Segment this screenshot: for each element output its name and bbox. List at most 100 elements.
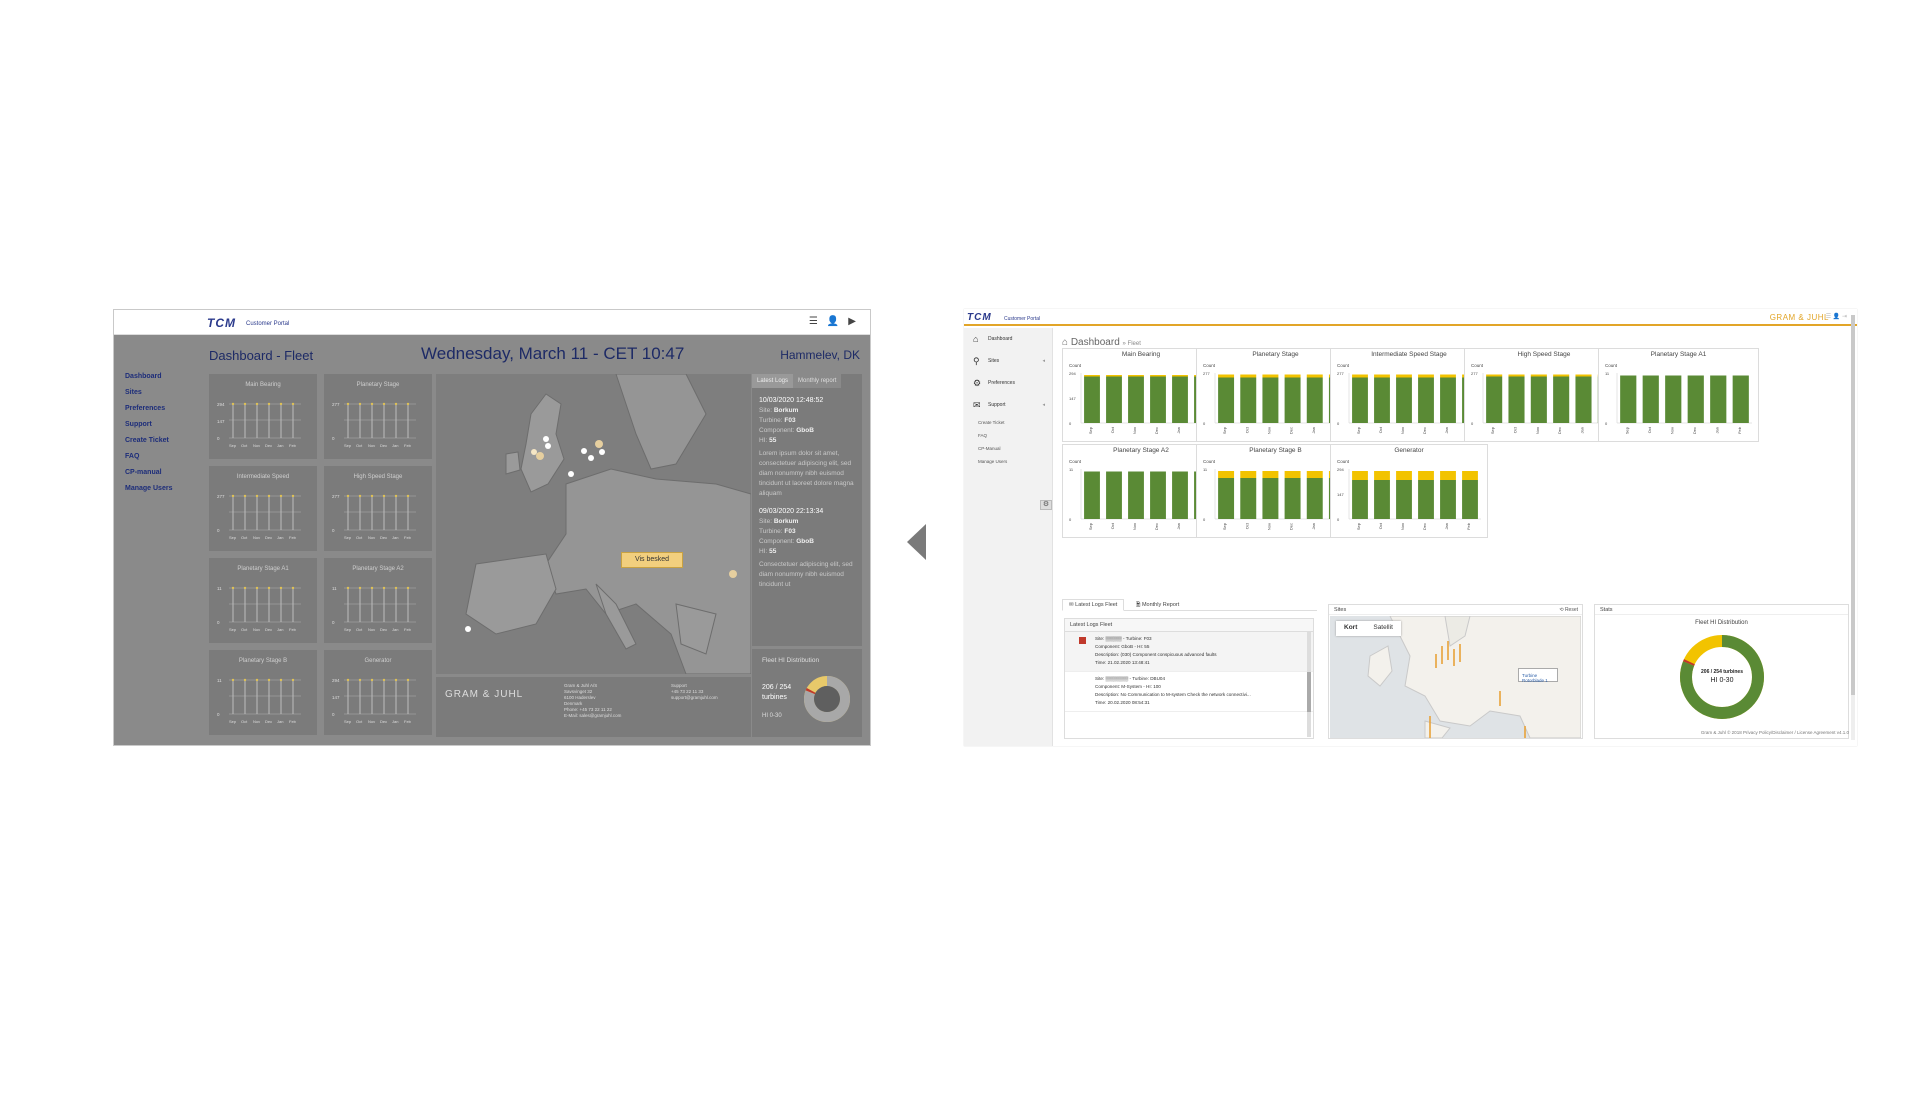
month-label: Feb [404,535,412,540]
log-field-label: HI: [759,548,770,555]
log-field-label: Component: [759,538,797,545]
log-entry[interactable]: 10/03/2020 12:48:52 Site: Borkum Turbine: … [759,396,855,499]
mockup-chart-svg: 11 0 Sep Oct Nov Dec Jan Feb [217,678,301,724]
chart-title: Planetary Stage [356,382,400,388]
log-entry[interactable]: Site: ▒▒▒▒▒ - Turbine: F03 Component: Gbo… [1065,632,1313,672]
nav-item-preferences[interactable]: Preferences [125,401,172,417]
mockup-sidebar: Dashboard Sites Preferences Support Create T… [114,335,191,745]
nav-item-create-ticket[interactable]: Create Ticket [125,433,172,449]
nav-item-manage-users[interactable]: Manage Users [125,481,172,497]
y-tick-label: 11 [1605,371,1610,376]
latest-logs-panel: Latest Logs Fleet Site: ▒▒▒▒▒ - Turbine:… [1064,618,1314,739]
tab-monthly-report[interactable]: Monthly report [793,374,842,388]
subnav-item-manage-users[interactable]: Manage Users [964,455,1053,468]
fleet-map[interactable]: Vis besked [436,374,751,674]
mockup-chart-planetary-stage-a2[interactable]: Planetary Stage A2 11 0 Sep Oct Nov Dec Jan Feb [324,558,432,643]
sidebar-item-label: Dashboard [988,336,1013,342]
y-tick-label: 147 [217,419,225,424]
log-field: HI: 55 [759,547,855,557]
subnav-item-faq[interactable]: FAQ [964,429,1053,442]
bar-green [1240,377,1257,423]
bar-yellow [1306,471,1323,478]
mockup-chart-svg: 11 0 Sep Oct Nov Dec Jan Feb [217,586,301,632]
mockup-chart-intermediate-speed[interactable]: Intermediate Speed 277 0 Sep Oct Nov Dec Jan Feb [209,466,317,551]
log-field: Component: GboB [759,537,855,547]
mockup-chart-high-speed-stage[interactable]: High Speed Stage 277 0 Sep Oct Nov Dec Jan Feb [324,466,432,551]
mockup-chart-generator[interactable]: Generator 294 147 0 Sep Oct Nov Dec Jan Feb [324,650,432,735]
log-field-value: 55 [769,437,777,444]
mockup-chart-svg: 277 0 Sep Oct Nov Dec Jan Feb [332,494,416,540]
bar-green [1172,471,1188,519]
y-tick-label: 11 [1203,467,1208,472]
sites-map[interactable]: Kort Satellit Turbine Rotorblade 1 [1330,616,1581,738]
log-entry[interactable]: Site: ▒▒▒▒▒▒▒ - Turbine: DBU04 Component:… [1065,672,1313,712]
log-field-label: Site: [759,407,774,414]
chart-planetary-stage-a1[interactable]: Planetary Stage A1 Count 11 0 Sep Oct Nov Dec Ja… [1598,348,1759,442]
month-label: Dec [1422,427,1427,434]
chart-title: Planetary Stage A1 [1650,351,1707,358]
portal-header: TCM Customer Portal GRAM & JUHL ☰ 👤 ⇥ [964,309,1857,326]
logs-scrollbar[interactable] [1307,632,1311,737]
logout-icon[interactable]: ▶ [848,316,856,327]
mockup-footer: GRAM & JUHL Gram & Juhl A/S Savsvinget 32… [436,677,751,737]
nav-item-sites[interactable]: Sites [125,385,172,401]
sidebar-item-preferences[interactable]: ⚙ Preferences [964,372,1053,394]
reset-button[interactable]: ⟲ Reset [1559,607,1578,613]
y-tick-label: 294 [332,678,340,683]
month-label: Jan [1580,427,1585,433]
chart-generator[interactable]: Generator Count 294 147 0 Sep Oct Nov Dec Jan Feb [1330,444,1488,538]
y-tick-label: 0 [217,436,220,441]
sidebar-item-sites[interactable]: ⚲ Sites ◂ [964,350,1053,372]
gram-juhl-logo: GRAM & JUHL [1769,313,1829,322]
settings-gear-icon[interactable]: ⚙ [1040,500,1052,510]
log-list[interactable]: 10/03/2020 12:48:52 Site: Borkum Turbine: … [752,388,862,596]
mockup-chart-planetary-stage-a1[interactable]: Planetary Stage A1 11 0 Sep Oct Nov Dec Jan Feb [209,558,317,643]
month-label: Sep [229,535,237,540]
tab-latest-logs-fleet[interactable]: ✉ Latest Logs Fleet [1062,599,1125,611]
bar-yellow [1262,471,1279,478]
user-icon[interactable]: 👤 [827,316,839,327]
y-tick-label: 0 [1069,421,1072,426]
log-time: Time: 20.02.2020 08:54:31 [1095,700,1150,705]
sidebar-item-support[interactable]: ✉ Support ◂ [964,394,1053,416]
donut-range: HI 0-30 [1710,677,1734,684]
map-tooltip[interactable]: Turbine Rotorblade 1 [1518,668,1558,683]
mockup-chart-main-bearing[interactable]: Main Bearing 294 147 0 Sep Oct Nov Dec Jan Feb [209,374,317,459]
support-line: support@gramjuhl.com [671,695,718,700]
bar-yellow [1172,375,1188,377]
bar-green [1553,376,1570,423]
subnav-item-create-ticket[interactable]: Create Ticket [964,416,1053,429]
menu-icon[interactable]: ☰ [809,316,818,327]
map-popup[interactable]: Vis besked [621,552,683,568]
tcm-logo: TCM [207,316,236,330]
tcm-logo: TCM [967,312,992,323]
month-label: Jan [1176,523,1181,529]
mockup-chart-planetary-stage-b[interactable]: Planetary Stage B 11 0 Sep Oct Nov Dec Jan Feb [209,650,317,735]
y-axis-label: Count [1069,363,1082,368]
month-label: Nov [1669,427,1674,434]
tab-latest-logs[interactable]: Latest Logs [752,374,794,388]
bar-green [1462,480,1478,519]
header-icons[interactable]: ☰ 👤 ⇥ [1826,313,1847,320]
subnav-item-cp-manual[interactable]: CP-Manual [964,442,1053,455]
tab-monthly-report[interactable]: 🗎 Monthly Report [1130,599,1185,612]
y-tick-label: 0 [1203,421,1206,426]
month-label: Sep [229,627,237,632]
page-scrollbar[interactable] [1851,315,1855,740]
address-line: E-Mail: sales@gramjuhl.com [564,713,622,718]
mockup-chart-planetary-stage[interactable]: Planetary Stage 277 0 Sep Oct Nov Dec Jan Feb [324,374,432,459]
log-entry[interactable]: 09/03/2020 22:13:34 Site: Borkum Turbine: … [759,507,855,590]
month-label: Oct [241,443,248,448]
log-date: 09/03/2020 22:13:34 [759,508,824,515]
sidebar-item-dashboard[interactable]: ⌂ Dashboard [964,328,1053,350]
nav-item-faq[interactable]: FAQ [125,449,172,465]
nav-item-dashboard[interactable]: Dashboard [125,369,172,385]
log-field-value: GboB [796,427,814,434]
mockup-chart-svg: 277 0 Sep Oct Nov Dec Jan Feb [332,402,416,448]
y-tick-label: 0 [332,528,335,533]
nav-item-support[interactable]: Support [125,417,172,433]
log-field-value: F03 [784,417,796,424]
bar-yellow [1352,374,1368,378]
nav-item-cp-manual[interactable]: CP-manual [125,465,172,481]
bar-green [1218,377,1235,423]
